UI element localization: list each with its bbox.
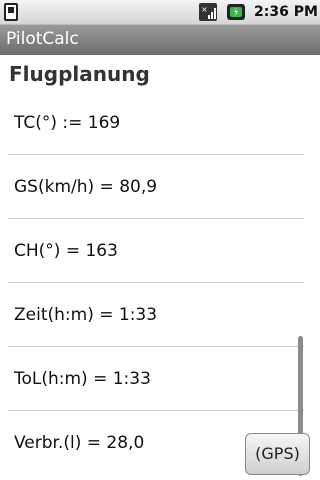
app-title: PilotCalc (6, 29, 79, 49)
signal-icon: × (199, 3, 217, 21)
list-item-label: TC(°) := 169 (14, 113, 121, 133)
list-item-label: CH(°) = 163 (14, 241, 118, 261)
battery-icon (227, 4, 245, 20)
list-item-label: GS(km/h) = 80,9 (14, 177, 158, 197)
list-item-label: Zeit(h:m) = 1:33 (14, 305, 158, 325)
calc-list[interactable]: TC(°) := 169 GS(km/h) = 80,9 CH(°) = 163… (8, 91, 304, 480)
section-title: Flugplanung (9, 62, 150, 86)
app-title-bar: PilotCalc (0, 25, 320, 55)
list-item[interactable]: TC(°) := 169 (8, 91, 304, 155)
list-item[interactable]: GS(km/h) = 80,9 (8, 155, 304, 219)
sd-card-icon (4, 3, 18, 21)
list-item[interactable]: ToL(h:m) = 1:33 (8, 347, 304, 411)
list-item-label: ToL(h:m) = 1:33 (14, 369, 151, 389)
status-clock: 2:36 PM (254, 4, 318, 20)
list-item[interactable]: CH(°) = 163 (8, 219, 304, 283)
gps-button[interactable]: (GPS) (245, 433, 310, 475)
svg-text:×: × (201, 5, 208, 14)
list-item[interactable]: Zeit(h:m) = 1:33 (8, 283, 304, 347)
status-bar: × 2:36 PM (0, 0, 320, 25)
list-item-label: Verbr.(l) = 28,0 (14, 433, 145, 453)
